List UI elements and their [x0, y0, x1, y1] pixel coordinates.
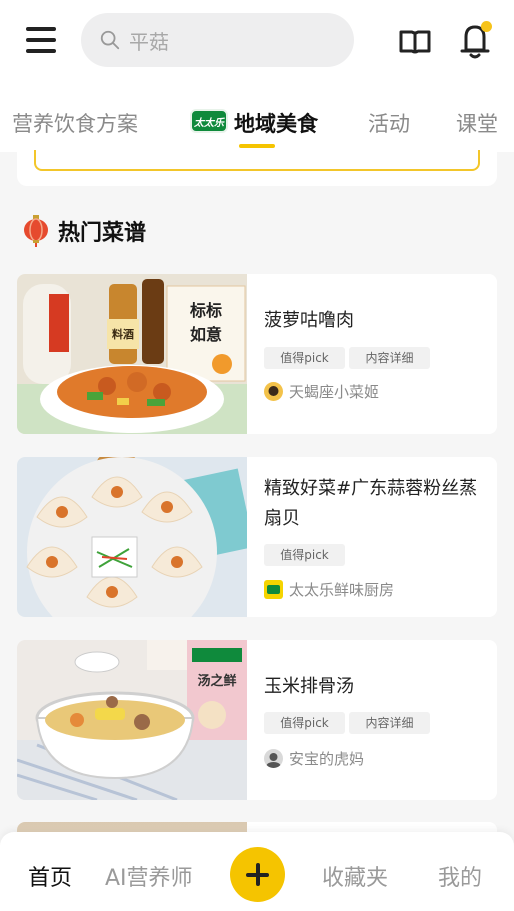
recipe-card[interactable]: 料酒 标标 如意 菠萝咕噜肉 值得pick 内容详细 天蝎座小菜姬	[17, 274, 497, 434]
avatar	[264, 382, 283, 401]
add-button[interactable]	[230, 847, 285, 902]
search-placeholder: 平菇	[129, 29, 169, 54]
recipe-tag: 值得pick	[264, 544, 345, 566]
search-input[interactable]: 平菇	[81, 13, 354, 67]
active-tab-indicator	[239, 144, 275, 148]
recipe-tags: 值得pick 内容详细	[264, 712, 430, 734]
nav-mine[interactable]: 我的	[438, 860, 482, 892]
recipe-tags: 值得pick	[264, 544, 345, 566]
recipe-author[interactable]: 天蝎座小菜姬	[264, 381, 379, 402]
search-icon	[100, 30, 120, 50]
recipe-image: 料酒 标标 如意	[17, 274, 247, 434]
brand-logo: 太太乐	[190, 109, 228, 133]
tab-events[interactable]: 活动	[368, 108, 410, 138]
nav-favorites[interactable]: 收藏夹	[322, 860, 388, 892]
recipe-author[interactable]: 太太乐鲜味厨房	[264, 579, 394, 600]
bottom-nav: 首页 AI营养师 收藏夹 我的	[0, 832, 514, 911]
top-bar: 平菇	[0, 0, 514, 90]
image-text-biaobiao: 标标	[189, 301, 222, 320]
recipe-title[interactable]: 菠萝咕噜肉	[264, 306, 490, 336]
avatar	[264, 749, 283, 768]
recipe-tag: 值得pick	[264, 712, 345, 734]
tab-class[interactable]: 课堂	[456, 108, 498, 138]
book-icon[interactable]	[398, 24, 432, 58]
recipe-image: 汤之鲜	[17, 640, 247, 800]
tab-nutrition-plan[interactable]: 营养饮食方案	[12, 108, 138, 138]
avatar	[264, 580, 283, 599]
image-text-tangzhixian: 汤之鲜	[197, 673, 236, 689]
recipe-image	[17, 457, 247, 617]
recipe-tag: 内容详细	[349, 712, 430, 734]
recipe-title[interactable]: 精致好菜#广东蒜蓉粉丝蒸扇贝	[264, 474, 490, 534]
tab-regional-food[interactable]: 地域美食	[234, 108, 318, 138]
section-title: 热门菜谱	[58, 221, 147, 246]
recipe-card[interactable]: 汤之鲜 玉米排骨汤 值得pick 内容详细 安宝的虎妈	[17, 640, 497, 800]
recipe-tag: 值得pick	[264, 347, 345, 369]
category-tabs: 营养饮食方案 太太乐 地域美食 活动 课堂	[0, 90, 514, 152]
recipe-tag: 内容详细	[349, 347, 430, 369]
recipe-tags: 值得pick 内容详细	[264, 347, 430, 369]
section-header: 热门菜谱	[22, 214, 146, 248]
recipe-title[interactable]: 玉米排骨汤	[264, 672, 490, 702]
previous-card	[17, 150, 497, 186]
nav-home[interactable]: 首页	[28, 860, 72, 892]
notification-dot	[481, 21, 492, 32]
author-name: 天蝎座小菜姬	[289, 383, 380, 401]
previous-card-outline	[34, 150, 480, 171]
image-text-ruyi: 如意	[190, 325, 222, 344]
recipe-author[interactable]: 安宝的虎妈	[264, 748, 364, 769]
author-name: 太太乐鲜味厨房	[289, 581, 395, 599]
nav-ai-nutritionist[interactable]: AI营养师	[105, 860, 193, 892]
author-name: 安宝的虎妈	[289, 750, 365, 768]
recipe-card[interactable]: 精致好菜#广东蒜蓉粉丝蒸扇贝 值得pick 太太乐鲜味厨房	[17, 457, 497, 617]
menu-icon[interactable]	[26, 27, 56, 53]
lantern-icon	[24, 215, 48, 247]
image-text-liaojiu: 料酒	[112, 327, 134, 341]
